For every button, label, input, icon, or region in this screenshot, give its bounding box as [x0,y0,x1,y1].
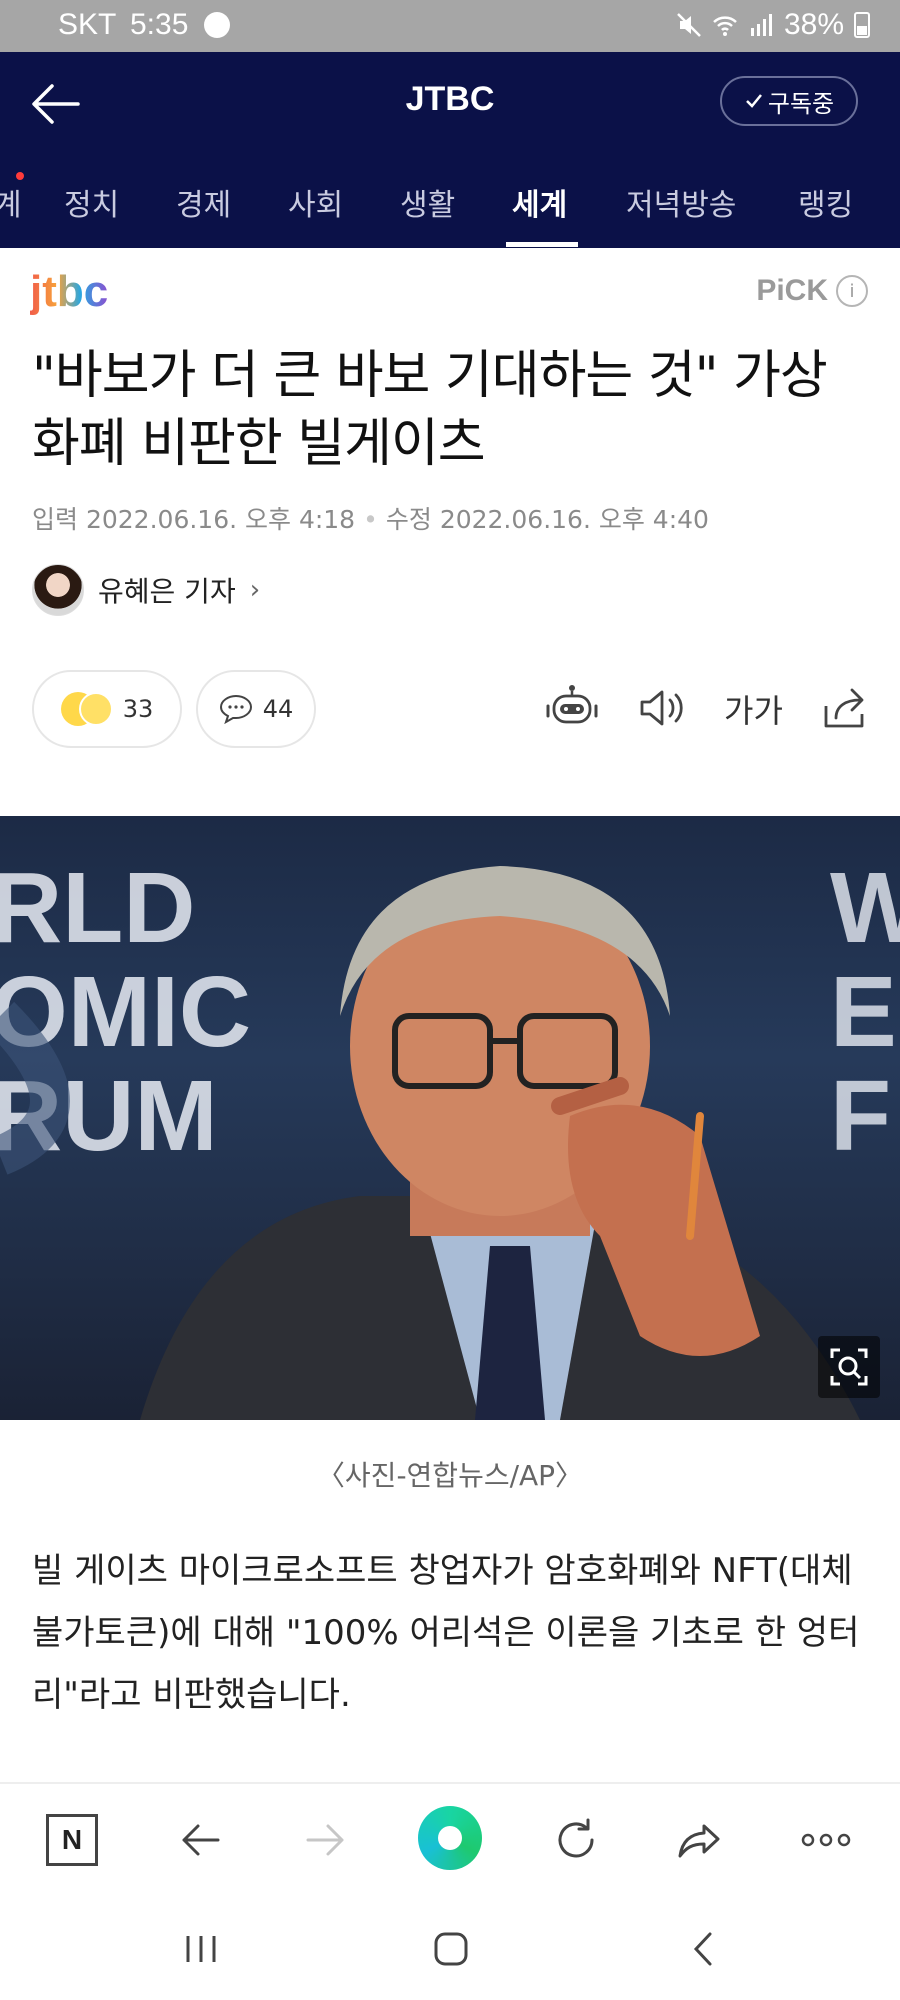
input-date: 2022.06.16. 오후 4:18 [85,505,356,534]
tab-economy[interactable]: 경제 [176,180,231,224]
browser-back-icon[interactable] [172,1812,228,1868]
edit-label: 수정 [385,505,432,534]
status-time: 5:35 [130,8,189,41]
tab-partial[interactable]: 계 [0,180,22,224]
article-title: "바보가 더 큰 바보 기대하는 것" 가상화폐 비판한 빌게이츠 [32,346,828,474]
status-right: 38% [676,8,870,42]
reaction-button[interactable]: 33 [32,670,182,748]
naver-home-button[interactable]: N [46,1814,98,1866]
comment-button[interactable]: 44 [196,670,316,748]
system-back-icon[interactable] [678,1924,728,1974]
browser-forward-icon[interactable] [298,1812,354,1868]
battery-icon [854,12,870,38]
app-header: JTBC 구독중 [0,52,900,152]
photo-caption: 〈사진-연합뉴스/AP〉 [316,1459,584,1492]
notification-dot [16,172,24,180]
article-photo[interactable]: RLDOMICRUM WECF [0,816,900,1420]
reporter-link[interactable]: 유혜은 기자 › [32,564,260,616]
battery-label: 38% [783,8,844,41]
green-window-button[interactable] [418,1806,482,1870]
share-forward-icon[interactable] [672,1812,728,1868]
person-portrait [0,866,860,1420]
share-icon[interactable] [818,680,874,736]
jtbc-logo[interactable]: jtbc [30,266,126,316]
info-icon[interactable]: i [836,275,868,307]
subscribe-label: 구독중 [767,89,835,118]
reaction-count: 33 [122,695,154,723]
more-icon[interactable] [798,1812,854,1868]
article-dates: 입력 2022.06.16. 오후 4:18 • 수정 2022.06.16. 오후… [32,505,709,534]
check-icon [745,94,762,108]
tab-politics[interactable]: 정치 [64,180,119,224]
signal-icon [750,14,772,36]
tab-ranking[interactable]: 랭킹 [798,180,853,224]
category-tabs: 계 정치 경제 사회 생활 세계 저녁방송 랭킹 [0,152,900,248]
recent-apps-icon[interactable] [176,1924,226,1974]
wifi-icon [713,16,737,36]
home-icon[interactable] [426,1924,476,1974]
jtbc-logo-text: jtbc [30,267,108,316]
input-label: 입력 [32,505,79,534]
carrier-label: SKT [58,8,117,41]
font-size-button[interactable]: 가가 [724,686,783,732]
robot-summary-icon[interactable] [544,680,600,736]
status-bar: SKT 5:35 38% [0,0,900,52]
pick-badge[interactable]: PiCK i [756,274,868,308]
reporter-name: 유혜은 기자 [98,575,236,608]
reload-icon[interactable] [548,1812,604,1868]
tab-society[interactable]: 사회 [288,180,343,224]
comment-count: 44 [262,695,294,723]
tab-world[interactable]: 세계 [512,180,567,224]
zoom-button[interactable] [818,1336,880,1398]
tab-evening[interactable]: 저녁방송 [626,180,736,224]
account-icon [204,12,230,38]
active-tab-indicator [506,242,578,247]
subscribe-button[interactable]: 구독중 [720,76,858,126]
mute-icon [677,13,701,37]
system-nav-bar [0,1894,900,2000]
tab-life[interactable]: 생활 [400,180,455,224]
comment-icon [219,694,252,724]
speaker-icon[interactable] [634,680,690,736]
surprised-emoji-icon [78,692,113,726]
browser-toolbar: N [0,1782,900,1894]
reporter-avatar [32,564,84,616]
article-body: 빌 게이츠 마이크로소프트 창업자가 암호화폐와 NFT(대체불가토큰)에 대해… [32,1551,860,1715]
chevron-right-icon: › [249,575,261,605]
edit-date: 2022.06.16. 오후 4:40 [439,505,709,534]
zoom-icon [830,1348,868,1386]
pick-label: PiCK [756,274,828,307]
